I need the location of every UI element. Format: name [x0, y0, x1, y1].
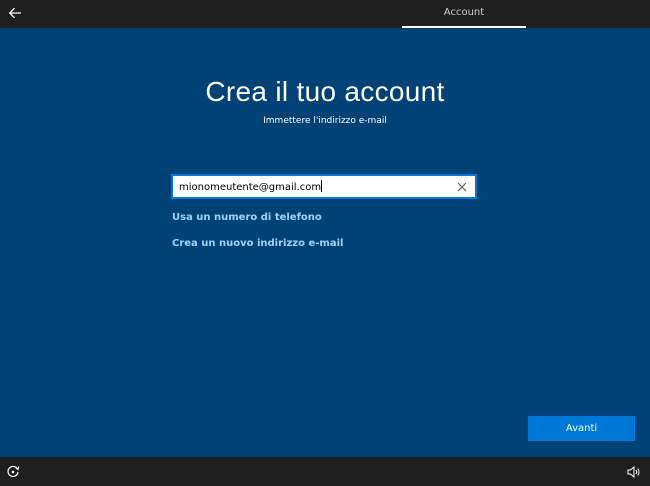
tab-active-indicator: [402, 26, 526, 28]
bottom-bar: [0, 457, 650, 486]
oobe-screen: Account Crea il tuo account Immettere l'…: [0, 0, 650, 486]
create-new-email-link[interactable]: Crea un nuovo indirizzo e-mail: [172, 238, 343, 249]
close-icon: [457, 182, 467, 192]
next-button[interactable]: Avanti: [528, 416, 635, 441]
page-title: Crea il tuo account: [205, 76, 445, 107]
back-button[interactable]: [4, 2, 26, 24]
email-text: mionomeutente@gmail.com: [179, 182, 322, 193]
clear-input-button[interactable]: [454, 179, 470, 195]
back-arrow-icon: [8, 7, 21, 19]
ease-of-access-icon[interactable]: [6, 465, 20, 479]
text-caret: [321, 180, 323, 192]
email-field-value: mionomeutente@gmail.com: [179, 180, 323, 193]
top-bar: Account: [0, 0, 650, 28]
tab-account: Account: [402, 0, 526, 28]
tab-account-label: Account: [443, 7, 485, 18]
volume-icon[interactable]: [627, 466, 641, 478]
use-phone-number-link[interactable]: Usa un numero di telefono: [172, 212, 322, 223]
email-field[interactable]: mionomeutente@gmail.com: [171, 174, 477, 199]
page-subtitle: Immettere l'indirizzo e-mail: [263, 116, 387, 126]
